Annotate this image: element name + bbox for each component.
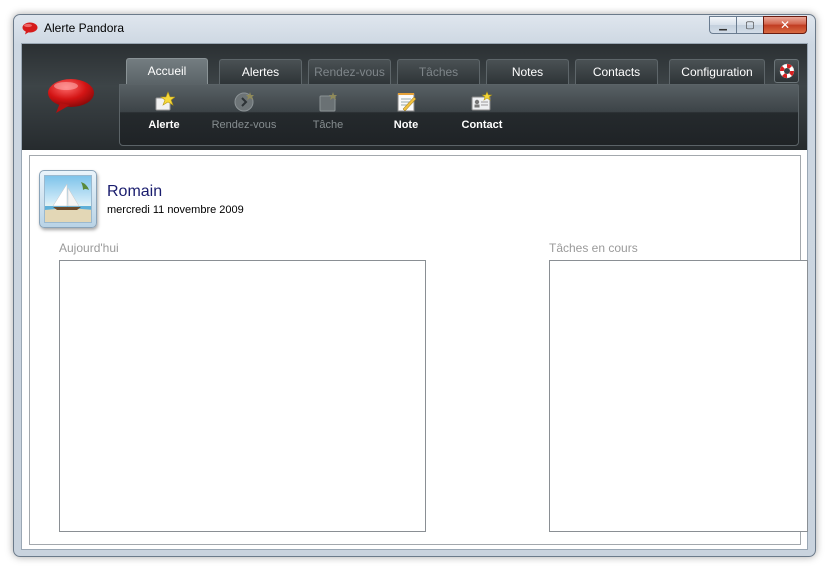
user-name: Romain <box>107 183 163 200</box>
tasks-section-label: Tâches en cours <box>549 241 638 255</box>
new-contact-button[interactable]: Contact <box>456 91 508 131</box>
user-avatar[interactable] <box>39 170 97 228</box>
tab-taches[interactable]: Tâches <box>397 59 480 85</box>
new-note-button[interactable]: Note <box>380 91 432 131</box>
current-date: mercredi 11 novembre 2009 <box>107 204 244 216</box>
maximize-button[interactable]: ▢ <box>736 16 763 34</box>
tab-notes[interactable]: Notes <box>486 59 569 85</box>
tab-configuration[interactable]: Configuration <box>669 59 765 85</box>
new-task-label: Tâche <box>312 119 344 131</box>
quick-actions-toolbar: Alerte Rendez-vous Tâche Note Contact <box>119 84 799 146</box>
new-appointment-label: Rendez-vous <box>211 119 277 131</box>
lifebuoy-icon <box>779 63 794 79</box>
maximize-icon: ▢ <box>745 19 755 31</box>
tab-alertes[interactable]: Alertes <box>219 59 302 85</box>
new-note-label: Note <box>393 119 419 131</box>
sailboat-avatar-icon <box>44 175 92 223</box>
new-note-icon <box>397 93 417 112</box>
new-contact-icon <box>471 91 493 111</box>
minimize-icon: ▁ <box>719 19 727 31</box>
today-section-label: Aujourd'hui <box>59 241 119 255</box>
new-appointment-icon <box>234 92 254 112</box>
window-controls: ▁ ▢ ✕ <box>709 16 807 34</box>
window-title: Alerte Pandora <box>44 21 125 35</box>
tasks-list-panel[interactable] <box>549 260 808 532</box>
new-task-icon <box>319 92 337 112</box>
new-alert-icon <box>155 91 175 111</box>
new-alert-button[interactable]: Alerte <box>138 91 190 131</box>
title-bar[interactable]: Alerte Pandora ▁ ▢ ✕ <box>14 15 815 43</box>
tab-contacts[interactable]: Contacts <box>575 59 658 85</box>
today-list-panel[interactable] <box>59 260 426 532</box>
app-window: Alerte Pandora ▁ ▢ ✕ Accueil Alertes Ren… <box>13 14 816 557</box>
tab-rendez-vous[interactable]: Rendez-vous <box>308 59 391 85</box>
home-content: Romain mercredi 11 novembre 2009 Aujourd… <box>29 155 808 545</box>
close-icon: ✕ <box>779 18 791 32</box>
help-button[interactable] <box>774 59 799 83</box>
minimize-button[interactable]: ▁ <box>709 16 736 34</box>
brand-logo-icon <box>48 79 94 113</box>
new-appointment-button[interactable]: Rendez-vous <box>208 91 280 131</box>
tab-accueil[interactable]: Accueil <box>126 58 208 86</box>
header-ribbon: Accueil Alertes Rendez-vous Tâches Notes… <box>22 44 807 150</box>
client-area: Accueil Alertes Rendez-vous Tâches Notes… <box>21 43 808 550</box>
new-contact-label: Contact <box>461 119 503 131</box>
speech-bubble-icon <box>22 22 38 35</box>
new-task-button[interactable]: Tâche <box>302 91 354 131</box>
new-alert-label: Alerte <box>148 119 180 131</box>
close-button[interactable]: ✕ <box>763 16 807 34</box>
